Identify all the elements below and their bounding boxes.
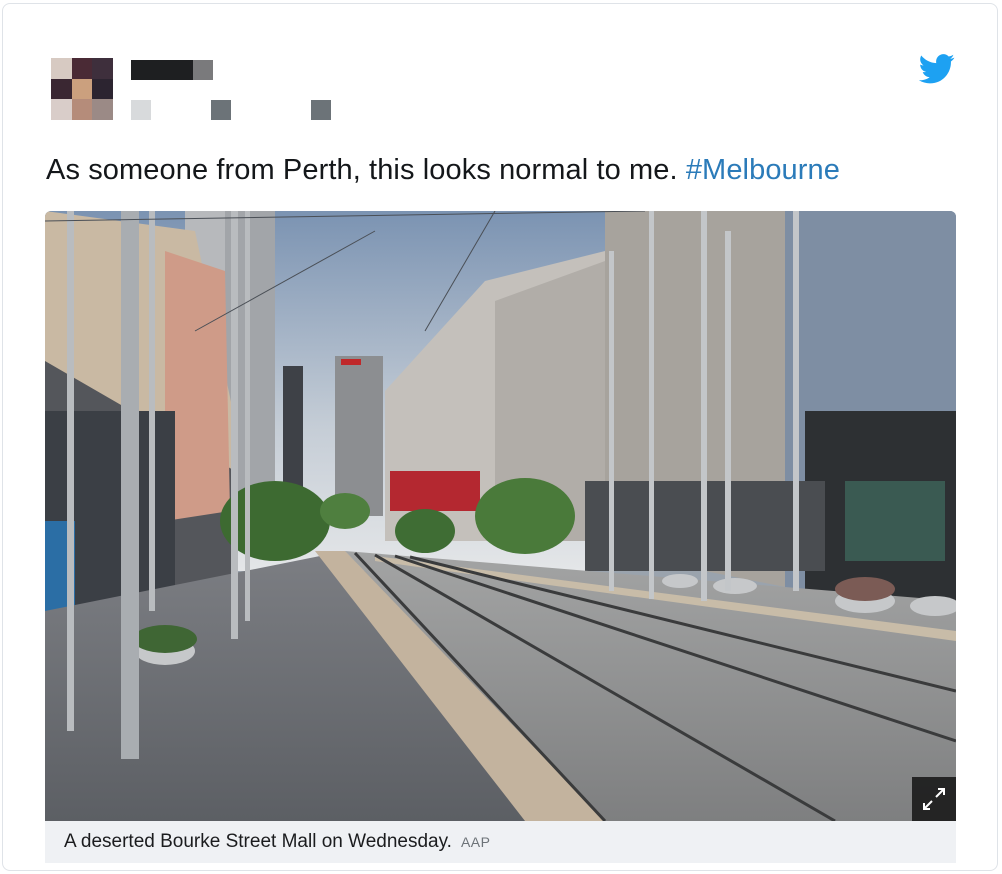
tweet-photo[interactable] (45, 211, 956, 821)
caption-text: A deserted Bourke Street Mall on Wednesd… (64, 831, 452, 852)
avatar[interactable] (51, 58, 113, 120)
tweet-body: As someone from Perth, this looks normal… (46, 154, 686, 186)
twitter-bird-icon[interactable] (919, 54, 955, 84)
expand-icon (923, 788, 945, 810)
tweet-text: As someone from Perth, this looks normal… (46, 152, 946, 188)
hashtag-link[interactable]: #Melbourne (686, 154, 840, 186)
photo-caption: A deserted Bourke Street Mall on Wednesd… (45, 821, 956, 863)
expand-button[interactable] (912, 777, 956, 821)
street-photo (45, 211, 956, 821)
caption-credit: AAP (460, 834, 491, 850)
tweet-card: As someone from Perth, this looks normal… (2, 3, 998, 871)
display-name-redacted[interactable] (131, 60, 215, 80)
